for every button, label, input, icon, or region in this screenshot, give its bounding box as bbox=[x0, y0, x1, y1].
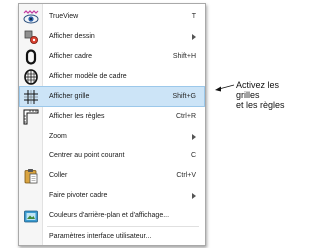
callout-annotation: Activez les grilles et les règles bbox=[236, 80, 302, 110]
callout-line-2: et les règles bbox=[236, 100, 285, 110]
callout-line-1: Activez les grilles bbox=[236, 80, 280, 100]
callout-pointer-arrow bbox=[215, 84, 235, 92]
